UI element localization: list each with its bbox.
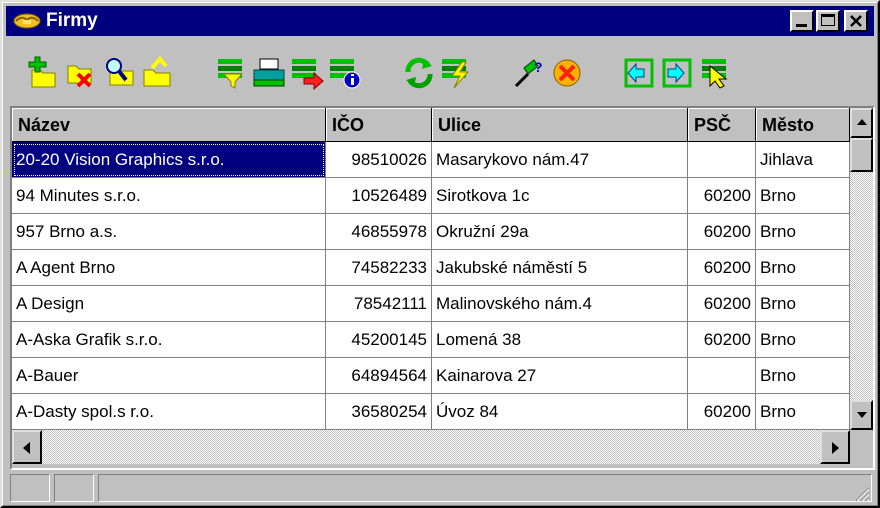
cell-ico[interactable]: 46855978 xyxy=(326,214,432,250)
refresh-icon[interactable] xyxy=(402,56,436,90)
cell-ico[interactable]: 74582233 xyxy=(326,250,432,286)
cell-nazev[interactable]: A Design xyxy=(12,286,326,322)
table-row[interactable]: A Agent Brno 74582233 Jakubské náměstí 5 60… xyxy=(12,250,850,286)
toolbar: ? xyxy=(6,38,874,102)
cell-ulice[interactable]: Malinovského nám.4 xyxy=(432,286,688,322)
window-title: Firmy xyxy=(46,10,98,31)
cell-ulice[interactable]: Jakubské náměstí 5 xyxy=(432,250,688,286)
table-row[interactable]: 20-20 Vision Graphics s.r.o. 98510026 Masa… xyxy=(12,142,850,178)
scroll-corner xyxy=(850,430,873,464)
close-button[interactable] xyxy=(844,10,868,32)
scroll-up-button[interactable] xyxy=(850,108,873,138)
cell-ico[interactable]: 36580254 xyxy=(326,394,432,430)
cell-nazev[interactable]: A-Bauer xyxy=(12,358,326,394)
cell-nazev[interactable]: A-Aska Grafik s.r.o. xyxy=(12,322,326,358)
printer-icon[interactable] xyxy=(252,56,286,90)
column-header-ulice[interactable]: Ulice xyxy=(432,108,688,142)
cell-ico[interactable]: 98510026 xyxy=(326,142,432,178)
cell-ico[interactable]: 78542111 xyxy=(326,286,432,322)
cell-ulice[interactable]: Úvoz 84 xyxy=(432,394,688,430)
cell-nazev[interactable]: 20-20 Vision Graphics s.r.o. xyxy=(12,142,326,178)
cell-psc[interactable]: 60200 xyxy=(688,322,756,358)
cell-ico[interactable]: 64894564 xyxy=(326,358,432,394)
cell-ulice[interactable]: Kainarova 27 xyxy=(432,358,688,394)
folder-add-icon[interactable] xyxy=(24,56,58,90)
grid-cells: Název IČO Ulice PSČ Město 20-20 Vision G… xyxy=(12,108,850,430)
arrow-down-icon xyxy=(857,412,867,418)
cell-psc[interactable]: 60200 xyxy=(688,178,756,214)
table-row[interactable]: A Design 78542111 Malinovského nám.4 60200 B… xyxy=(12,286,850,322)
cell-mesto[interactable]: Jihlava xyxy=(756,142,850,178)
svg-text:?: ? xyxy=(534,59,543,75)
cell-nazev[interactable]: A Agent Brno xyxy=(12,250,326,286)
scroll-right-button[interactable] xyxy=(820,430,850,464)
cell-mesto[interactable]: Brno xyxy=(756,214,850,250)
help-pointer-icon[interactable]: ? xyxy=(512,56,546,90)
cell-ulice[interactable]: Okružní 29a xyxy=(432,214,688,250)
lightning-icon[interactable] xyxy=(440,56,474,90)
table-row[interactable]: 94 Minutes s.r.o. 10526489 Sirotkova 1c 602… xyxy=(12,178,850,214)
cell-ico[interactable]: 45200145 xyxy=(326,322,432,358)
folder-search-icon[interactable] xyxy=(102,56,136,90)
folder-open-icon[interactable] xyxy=(140,56,174,90)
close-icon xyxy=(850,15,862,27)
cell-psc[interactable]: 60200 xyxy=(688,394,756,430)
status-pane-1 xyxy=(10,474,50,502)
cell-psc[interactable]: 60200 xyxy=(688,250,756,286)
cell-nazev[interactable]: 957 Brno a.s. xyxy=(12,214,326,250)
table-row[interactable]: A-Dasty spol.s r.o. 36580254 Úvoz 84 60200 B… xyxy=(12,394,850,430)
cell-ulice[interactable]: Lomená 38 xyxy=(432,322,688,358)
minimize-button[interactable] xyxy=(790,10,814,32)
cell-mesto[interactable]: Brno xyxy=(756,322,850,358)
info-icon[interactable] xyxy=(328,56,362,90)
table-row[interactable]: A-Aska Grafik s.r.o. 45200145 Lomená 38 602… xyxy=(12,322,850,358)
cell-mesto[interactable]: Brno xyxy=(756,178,850,214)
cell-mesto[interactable]: Brno xyxy=(756,394,850,430)
cell-mesto[interactable]: Brno xyxy=(756,286,850,322)
column-header-ico[interactable]: IČO xyxy=(326,108,432,142)
column-header-nazev[interactable]: Název xyxy=(12,108,326,142)
status-pane-2 xyxy=(54,474,94,502)
cell-nazev[interactable]: A-Dasty spol.s r.o. xyxy=(12,394,326,430)
cell-ulice[interactable]: Sirotkova 1c xyxy=(432,178,688,214)
cell-psc[interactable] xyxy=(688,358,756,394)
status-bar xyxy=(8,472,874,504)
cancel-icon[interactable] xyxy=(550,56,584,90)
enter-left-icon[interactable] xyxy=(622,56,656,90)
scroll-down-button[interactable] xyxy=(850,400,873,430)
folder-delete-icon[interactable] xyxy=(62,56,96,90)
arrow-right-icon xyxy=(832,442,839,454)
resize-grip-icon[interactable] xyxy=(852,484,870,502)
cell-mesto[interactable]: Brno xyxy=(756,358,850,394)
status-pane-3 xyxy=(98,474,872,502)
cell-psc[interactable] xyxy=(688,142,756,178)
cell-psc[interactable]: 60200 xyxy=(688,214,756,250)
cell-psc[interactable]: 60200 xyxy=(688,286,756,322)
handshake-icon xyxy=(13,13,41,29)
table-row[interactable]: A-Bauer 64894564 Kainarova 27 Brno xyxy=(12,358,850,394)
export-icon[interactable] xyxy=(290,56,324,90)
vertical-scroll-thumb[interactable] xyxy=(850,138,873,172)
column-header-psc[interactable]: PSČ xyxy=(688,108,756,142)
maximize-button[interactable] xyxy=(816,10,840,32)
select-pointer-icon[interactable] xyxy=(700,56,734,90)
horizontal-scrollbar[interactable] xyxy=(12,430,850,464)
enter-right-icon[interactable] xyxy=(660,56,694,90)
scroll-left-button[interactable] xyxy=(12,430,42,464)
cell-ulice[interactable]: Masarykovo nám.47 xyxy=(432,142,688,178)
cell-nazev[interactable]: 94 Minutes s.r.o. xyxy=(12,178,326,214)
table-row[interactable]: 957 Brno a.s. 46855978 Okružní 29a 60200 Brn… xyxy=(12,214,850,250)
arrow-up-icon xyxy=(857,119,867,125)
filter-icon[interactable] xyxy=(214,56,248,90)
cell-ico[interactable]: 10526489 xyxy=(326,178,432,214)
firmy-window: Firmy ? Název IČO Ulice PSČ Město 20-20 … xyxy=(0,0,880,508)
maximize-icon xyxy=(821,14,835,26)
minimize-icon xyxy=(796,24,807,27)
records-grid[interactable]: Název IČO Ulice PSČ Město 20-20 Vision G… xyxy=(10,106,875,470)
cell-mesto[interactable]: Brno xyxy=(756,250,850,286)
arrow-left-icon xyxy=(23,442,30,454)
vertical-scrollbar[interactable] xyxy=(850,108,873,430)
column-header-mesto[interactable]: Město xyxy=(756,108,850,142)
title-bar[interactable]: Firmy xyxy=(6,6,874,36)
